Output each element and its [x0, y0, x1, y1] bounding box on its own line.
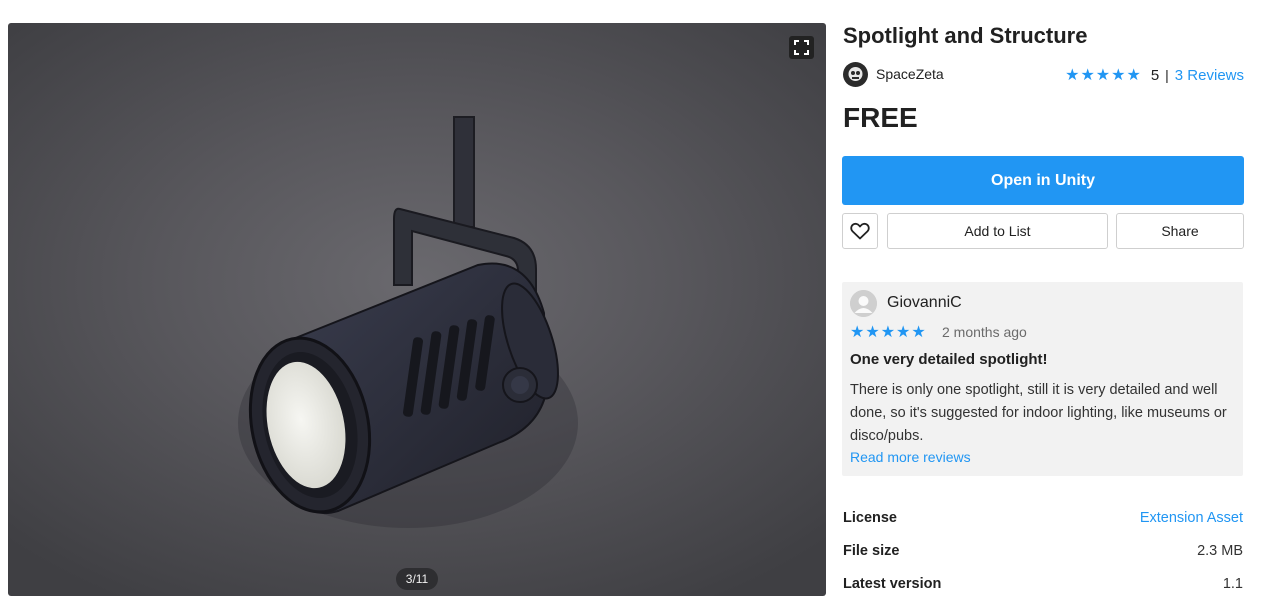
spec-label: Latest version [843, 576, 942, 592]
author-rating-row: SpaceZeta ★★★★★ 5 | 3 Reviews [843, 62, 1244, 88]
favorite-button[interactable] [842, 213, 878, 249]
spec-row-file-size: File size 2.3 MB [843, 541, 1243, 574]
rating-stars: ★★★★★ [1065, 67, 1142, 84]
read-more-reviews-link[interactable]: Read more reviews [850, 449, 971, 465]
spec-row-latest-version: Latest version 1.1 [843, 574, 1243, 607]
add-to-list-button[interactable]: Add to List [887, 213, 1108, 249]
spec-value: 2.3 MB [1197, 543, 1243, 559]
publisher-avatar[interactable] [843, 62, 868, 87]
review-date: 2 months ago [942, 324, 1027, 340]
rating-value: 5 [1150, 66, 1160, 84]
publisher-name[interactable]: SpaceZeta [876, 66, 944, 82]
reviewer-name: GiovanniC [887, 294, 962, 311]
product-rating: ★★★★★ 5 | 3 Reviews [1065, 65, 1244, 85]
rating-separator: | [1165, 67, 1169, 83]
license-link[interactable]: Extension Asset [1140, 510, 1243, 526]
reviews-link[interactable]: 3 Reviews [1175, 67, 1244, 84]
spotlight-3d-render [238, 116, 578, 528]
spec-value: 1.1 [1222, 576, 1243, 592]
open-in-unity-button[interactable]: Open in Unity [842, 156, 1244, 205]
product-price: FREE [843, 102, 918, 133]
fullscreen-icon [794, 40, 809, 55]
spec-row-license: License Extension Asset [843, 508, 1243, 541]
review-stars: ★★★★★ [850, 324, 927, 341]
reviewer-avatar [850, 290, 877, 317]
product-title: Spotlight and Structure [843, 23, 1088, 48]
publisher-logo-icon [843, 62, 868, 87]
spec-label: File size [843, 543, 900, 559]
spec-label: License [843, 510, 897, 526]
review-card: GiovanniC ★★★★★ 2 months ago One very de… [842, 282, 1243, 476]
asset-specs: License Extension Asset File size 2.3 MB… [843, 508, 1243, 607]
review-title: One very detailed spotlight! [850, 351, 1048, 368]
user-avatar-icon [850, 290, 877, 317]
review-body: There is only one spotlight, still it is… [850, 382, 1227, 444]
share-button[interactable]: Share [1116, 213, 1244, 249]
product-image-viewer[interactable]: 3/11 [8, 23, 826, 596]
image-counter: 3/11 [396, 568, 438, 590]
heart-icon [850, 222, 870, 240]
fullscreen-button[interactable] [789, 36, 814, 59]
